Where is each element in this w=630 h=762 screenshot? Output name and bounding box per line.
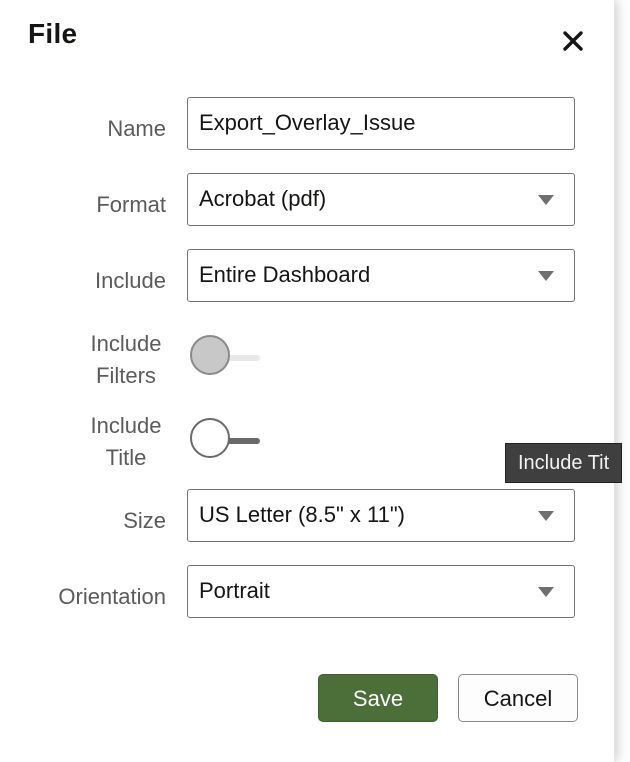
toggle-knob	[190, 335, 230, 375]
dialog-title: File	[28, 18, 78, 49]
chevron-down-icon	[538, 271, 554, 281]
orientation-select-value: Portrait	[199, 578, 270, 603]
format-label: Format	[96, 192, 166, 217]
include-select[interactable]: Entire Dashboard	[187, 249, 575, 302]
include-title-label-line1: Include	[90, 413, 162, 438]
include-filters-toggle[interactable]	[190, 335, 262, 381]
orientation-label: Orientation	[58, 584, 166, 609]
name-input-value: Export_Overlay_Issue	[199, 110, 416, 135]
name-input[interactable]: Export_Overlay_Issue	[187, 97, 575, 150]
file-dialog: File Name Export_Overlay_Issue Format Ac…	[0, 0, 615, 762]
size-label: Size	[123, 508, 166, 533]
close-button[interactable]	[560, 28, 588, 56]
name-label: Name	[107, 116, 166, 141]
size-select-value: US Letter (8.5" x 11")	[199, 502, 405, 527]
cancel-button[interactable]: Cancel	[458, 674, 578, 722]
include-title-label-line2: Title	[105, 445, 147, 470]
include-filters-label-line2: Filters	[96, 363, 156, 388]
include-filters-label: Include Filters	[71, 328, 181, 392]
chevron-down-icon	[538, 195, 554, 205]
include-select-value: Entire Dashboard	[199, 262, 371, 287]
include-title-toggle[interactable]	[190, 418, 262, 464]
format-select[interactable]: Acrobat (pdf)	[187, 173, 575, 226]
include-title-label: Include Title	[71, 410, 181, 474]
include-filters-label-line1: Include	[90, 331, 162, 356]
include-title-tooltip: Include Tit	[505, 443, 623, 483]
chevron-down-icon	[538, 511, 554, 521]
orientation-select[interactable]: Portrait	[187, 565, 575, 618]
format-select-value: Acrobat (pdf)	[199, 186, 327, 211]
chevron-down-icon	[538, 587, 554, 597]
toggle-knob	[190, 418, 230, 458]
save-button[interactable]: Save	[318, 674, 438, 722]
size-select[interactable]: US Letter (8.5" x 11")	[187, 489, 575, 542]
close-icon	[563, 31, 583, 51]
include-label: Include	[95, 268, 166, 293]
